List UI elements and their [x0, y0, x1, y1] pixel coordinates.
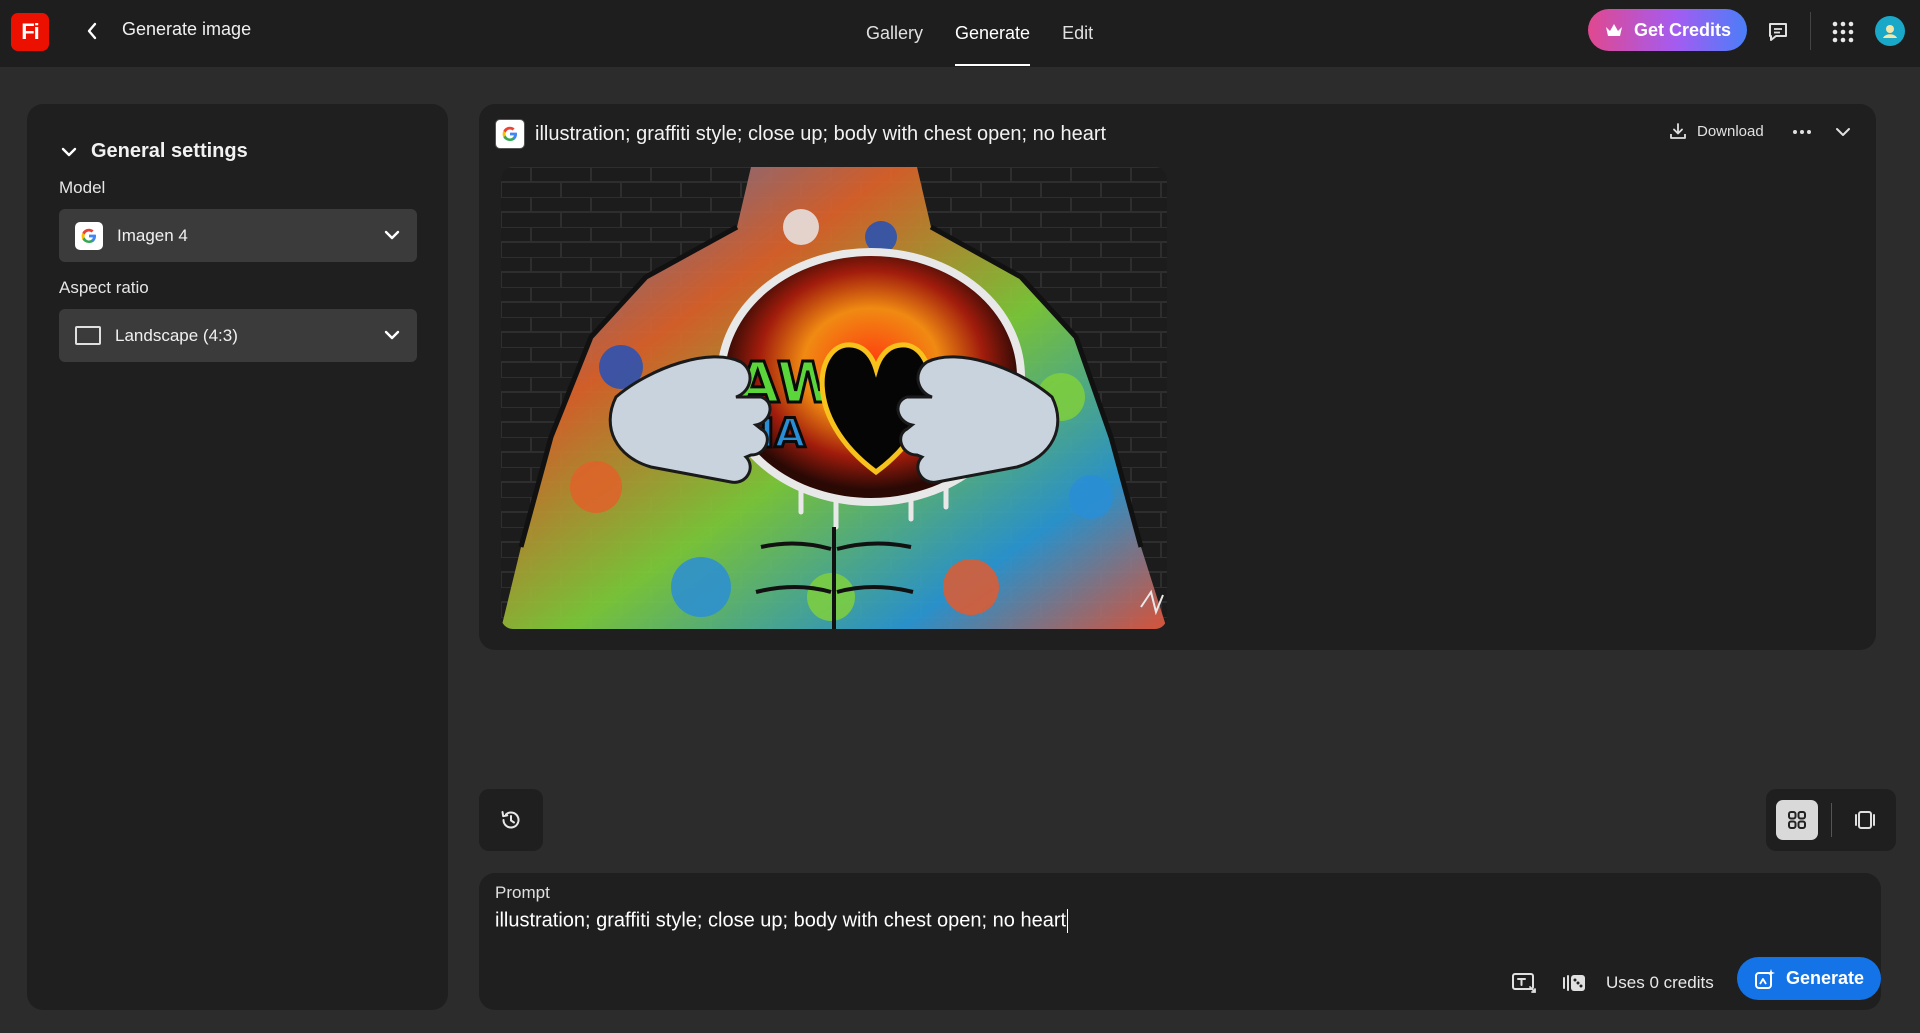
text-caret [1067, 909, 1069, 933]
download-icon [1670, 123, 1686, 139]
crown-icon [1605, 24, 1622, 36]
collapse-button[interactable] [1831, 120, 1855, 144]
chevron-down-icon [61, 147, 77, 156]
result-card: illustration; graffiti style; close up; … [479, 104, 1876, 650]
general-settings-toggle[interactable]: General settings [61, 140, 248, 163]
back-button[interactable] [80, 17, 104, 45]
get-credits-label: Get Credits [1633, 19, 1732, 40]
page-title: Generate image [122, 19, 252, 39]
grid-view-icon [1788, 811, 1806, 829]
image-text-icon [1512, 973, 1536, 993]
chevron-down-icon [384, 330, 400, 340]
section-title: General settings [91, 140, 248, 162]
effects-button[interactable] [1559, 969, 1589, 997]
download-label: Download [1697, 122, 1764, 140]
settings-panel: General settings Model Imagen 4 Aspect r… [27, 104, 448, 1010]
graffiti-body-illustration: AW HA [501, 167, 1167, 629]
chevron-down-icon [384, 230, 400, 240]
tab-edit[interactable]: Edit [1046, 0, 1109, 67]
more-horizontal-icon [1793, 130, 1811, 134]
generate-label: Generate [1785, 968, 1865, 988]
feedback-button[interactable] [1762, 16, 1794, 48]
view-separator [1831, 803, 1832, 837]
generate-button[interactable]: Generate [1737, 957, 1881, 1000]
top-bar: Fi Generate image Gallery Generate Edit … [0, 0, 1920, 67]
landscape-icon [75, 326, 101, 345]
prompt-panel: Prompt illustration; graffiti style; clo… [479, 873, 1881, 1010]
tab-gallery[interactable]: Gallery [850, 0, 939, 67]
google-logo-icon [495, 119, 525, 149]
generated-image[interactable]: AW HA [501, 167, 1167, 629]
single-view-button[interactable] [1844, 800, 1886, 840]
chevron-down-icon [1836, 128, 1850, 136]
single-view-icon [1855, 811, 1875, 829]
style-reference-button[interactable] [1509, 969, 1539, 997]
main-nav: Gallery Generate Edit [850, 0, 1109, 67]
history-icon [501, 811, 520, 829]
credits-usage-text: Uses 0 credits [1606, 973, 1714, 992]
chevron-left-icon [87, 22, 97, 40]
model-value: Imagen 4 [117, 225, 188, 245]
app-logo[interactable]: Fi [11, 13, 49, 51]
history-button[interactable] [479, 789, 543, 851]
prompt-label: Prompt [495, 883, 550, 902]
apps-grid-icon [1832, 21, 1854, 43]
apps-button[interactable] [1827, 16, 1859, 48]
result-header: illustration; graffiti style; close up; … [495, 119, 1106, 149]
aspect-ratio-label: Aspect ratio [59, 278, 149, 297]
view-toggle [1766, 789, 1896, 851]
aspect-ratio-value: Landscape (4:3) [115, 325, 238, 345]
more-options-button[interactable] [1789, 120, 1815, 144]
prompt-input[interactable]: illustration; graffiti style; close up; … [495, 909, 1795, 939]
avatar[interactable] [1875, 16, 1905, 46]
model-label: Model [59, 178, 106, 197]
aspect-ratio-select[interactable]: Landscape (4:3) [59, 309, 417, 362]
result-prompt-title: illustration; graffiti style; close up; … [535, 122, 1107, 145]
model-select[interactable]: Imagen 4 [59, 209, 417, 262]
header-divider [1810, 12, 1811, 50]
prompt-text: illustration; graffiti style; close up; … [495, 909, 1067, 932]
grid-view-button[interactable] [1776, 800, 1818, 840]
dice-icon [1563, 975, 1585, 991]
download-button[interactable]: Download [1669, 122, 1764, 140]
get-credits-button[interactable]: Get Credits [1588, 9, 1747, 51]
feedback-icon [1769, 23, 1787, 41]
tab-generate[interactable]: Generate [939, 0, 1046, 67]
google-logo-icon [75, 221, 103, 250]
avatar-icon [1883, 25, 1897, 38]
generate-sparkle-icon [1754, 968, 1775, 989]
